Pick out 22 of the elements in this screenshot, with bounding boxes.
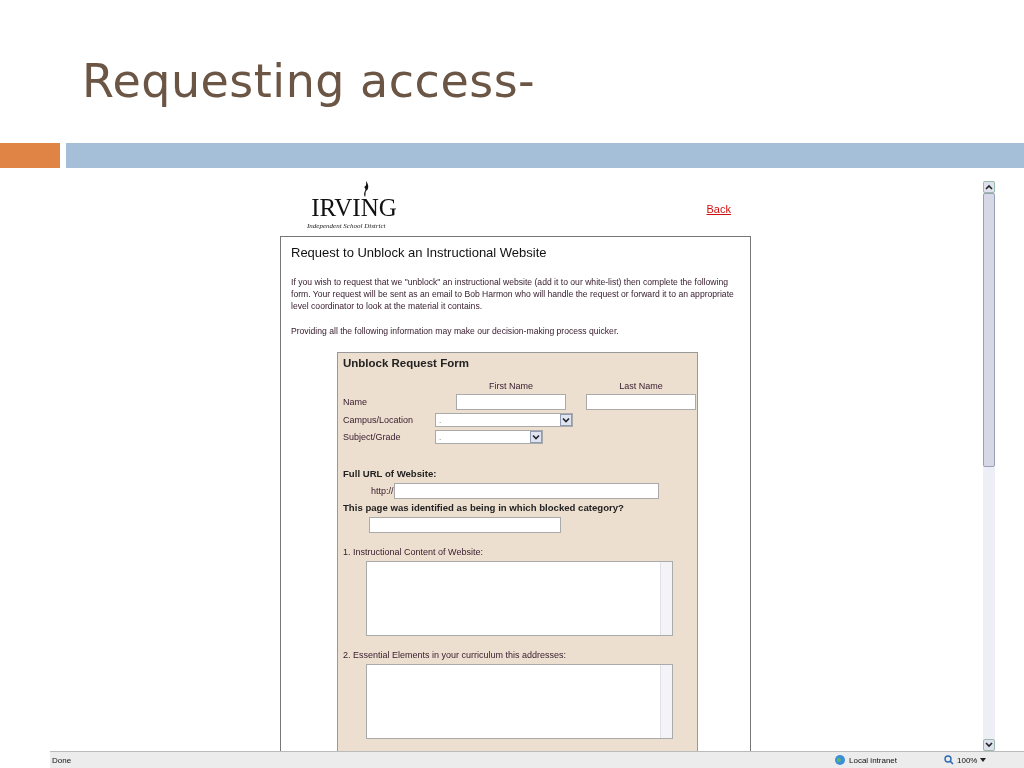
section-label: Full URL of Website: (343, 468, 438, 479)
dropdown[interactable]: . (435, 430, 543, 444)
column-label: Last Name (618, 381, 664, 391)
back-link[interactable]: Back (706, 203, 731, 215)
intro-paragraph: Providing all the following information may make our decision-making process quicker. (291, 325, 620, 337)
question-label: 1. Instructional Content of Website: (343, 547, 484, 557)
logo-name: IRVING (311, 197, 397, 219)
field-label: Name (343, 397, 368, 407)
zoom-control[interactable]: 100% (944, 755, 1024, 765)
intro-paragraph: If you wish to request that we "unblock" an instructional website (add it to our white-list) then complete the following form. Your request will be sent as an email to Bob Harmon who will handle the request or forward it to an appropriate level coordinator to look at the material it contains. (291, 276, 735, 312)
page-heading: Request to Unblock an Instructional Website (291, 245, 548, 260)
slide-title: Requesting access- (82, 53, 537, 110)
form-title: Unblock Request Form (343, 357, 470, 369)
column-label: First Name (488, 381, 534, 391)
url-prefix: http:// (371, 486, 394, 496)
dropdown[interactable]: . (435, 413, 573, 427)
zone-text: Local intranet (849, 755, 898, 765)
status-text: Done (51, 755, 73, 765)
field-label: Campus/Location (343, 415, 415, 425)
question-label: 2. Essential Elements in your curriculum this addresses: (343, 650, 568, 660)
question-label: This page was identified as being in which blocked category? (343, 502, 625, 513)
field-label: Subject/Grade (343, 432, 402, 442)
